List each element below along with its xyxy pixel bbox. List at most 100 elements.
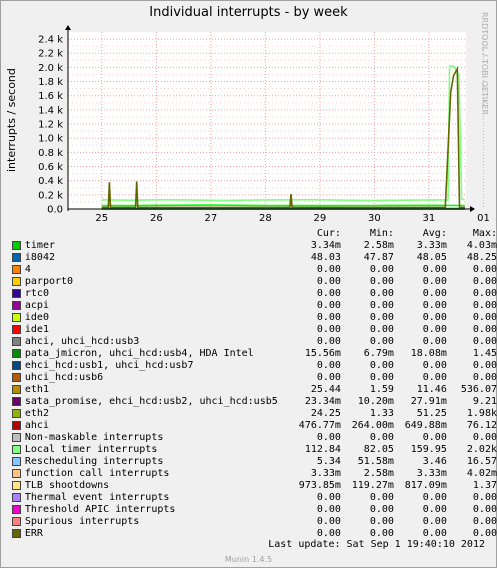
legend-color-swatch	[12, 456, 21, 466]
legend-name: parport0	[24, 276, 74, 287]
legend-max: 536.07	[460, 384, 497, 395]
legend-swatch	[12, 288, 25, 300]
legend-color-swatch	[12, 252, 21, 262]
legend-name: rtc0	[24, 288, 49, 299]
legend-row: sata_promise, ehci_hcd:usb2, uhci_hcd:us…	[12, 396, 497, 408]
legend-cur: 0.00	[316, 312, 341, 323]
legend-name: eth2	[24, 408, 49, 419]
legend-row: eth1 25.44 1.59 11.46 536.07	[12, 384, 497, 396]
legend-avg: 18.08m	[410, 348, 447, 359]
x-tick-label: 25	[95, 213, 108, 224]
legend-name: uhci_hcd:usb6	[24, 372, 104, 383]
legend-max: 0.00	[472, 324, 497, 335]
legend-avg: 0.00	[422, 336, 447, 347]
legend-avg: 3.33m	[416, 240, 447, 251]
y-tick-label: 0.8 k	[38, 148, 63, 159]
legend-avg: 0.00	[422, 372, 447, 383]
legend-row: 4 0.00 0.00 0.00 0.00	[12, 264, 497, 276]
legend-avg: 3.46	[422, 456, 447, 467]
legend-color-swatch	[12, 468, 21, 478]
legend-avg: 11.46	[416, 384, 447, 395]
legend-swatch	[12, 396, 25, 408]
legend-color-swatch	[12, 240, 21, 250]
legend-swatch	[12, 420, 25, 432]
legend-min: 264.00m	[351, 420, 394, 431]
legend-min: 0.00	[369, 300, 394, 311]
legend-header-max: Max:	[472, 228, 497, 239]
legend-max: 0.00	[472, 492, 497, 503]
legend-name: Rescheduling interrupts	[24, 456, 164, 467]
munin-version: Munin 1.4.5	[224, 555, 273, 564]
legend-swatch	[12, 324, 25, 336]
legend-min: 82.05	[363, 444, 394, 455]
legend-avg: 0.00	[422, 312, 447, 323]
legend-swatch	[12, 276, 25, 288]
chart-plot: 0.0 0.2 k 0.4 k 0.6 k 0.8 k 1.0 k 1.2 k 1.4 k 1.…	[38, 25, 490, 224]
legend-row: Rescheduling interrupts 5.34 51.58m 3.46 16.…	[12, 456, 497, 468]
x-tick-label: 29	[314, 213, 327, 224]
legend-swatch	[12, 372, 25, 384]
legend-color-swatch	[12, 420, 21, 430]
legend-color-swatch	[12, 360, 21, 370]
legend-avg: 649.88m	[404, 420, 447, 431]
legend-row: Spurious interrupts 0.00 0.00 0.00 0.00	[12, 516, 497, 528]
legend-avg: 3.33m	[416, 468, 447, 479]
legend-row: ehci_hcd:usb1, uhci_hcd:usb7 0.00 0.00 0.00…	[12, 360, 497, 372]
legend-cur: 15.56m	[304, 348, 341, 359]
legend-max: 4.03m	[466, 240, 497, 251]
legend-max: 0.00	[472, 276, 497, 287]
legend-max: 4.02m	[466, 468, 497, 479]
legend-name: ERR	[24, 528, 43, 539]
legend-cur: 476.77m	[298, 420, 341, 431]
x-tick-label: 30	[368, 213, 381, 224]
legend-row: TLB shootdowns 973.85m 119.27m 817.09m 1.37	[12, 480, 497, 492]
legend-row: timer 3.34m 2.58m 3.33m 4.03m	[12, 240, 497, 252]
legend-avg: 0.00	[422, 264, 447, 275]
legend-max: 0.00	[472, 264, 497, 275]
legend-cur: 5.34	[316, 456, 341, 467]
legend-name: eth1	[24, 384, 49, 395]
legend-avg: 48.05	[416, 252, 447, 263]
legend-name: ehci_hcd:usb1, uhci_hcd:usb7	[24, 360, 194, 371]
legend-avg: 817.09m	[404, 480, 447, 491]
legend-name: sata_promise, ehci_hcd:usb2, uhci_hcd:us…	[24, 396, 278, 407]
legend-row: ide1 0.00 0.00 0.00 0.00	[12, 324, 497, 336]
legend-swatch	[12, 240, 25, 252]
legend-swatch	[12, 252, 25, 264]
legend-name: ide1	[24, 324, 49, 335]
legend-header-avg: Avg:	[422, 228, 447, 239]
legend-cur: 0.00	[316, 516, 341, 527]
plot-area	[68, 32, 466, 209]
y-tick-label: 1.8 k	[38, 77, 63, 88]
legend-cur: 0.00	[316, 300, 341, 311]
legend-cur: 48.03	[310, 252, 341, 263]
x-tick-label: 01	[477, 213, 490, 224]
legend-avg: 0.00	[422, 492, 447, 503]
y-tick-label: 1.0 k	[38, 134, 63, 145]
legend-color-swatch	[12, 384, 21, 394]
legend-swatch	[12, 348, 25, 360]
legend-row: uhci_hcd:usb6 0.00 0.00 0.00 0.00	[12, 372, 497, 384]
legend-row: function call interrupts 3.33m 2.58m 3.33m 4…	[12, 468, 497, 480]
legend-avg: 0.00	[422, 432, 447, 443]
y-tick-label: 1.4 k	[38, 105, 63, 116]
legend-swatch	[12, 408, 25, 420]
last-update: Last update: Sat Sep 1 19:40:10 2012	[268, 539, 485, 550]
x-tick-label: 26	[150, 213, 163, 224]
legend-color-swatch	[12, 288, 21, 298]
legend-color-swatch	[12, 312, 21, 322]
legend-swatch	[12, 432, 25, 444]
legend-table: Cur: Min: Avg: Max: timer 3.34m 2.58m 3.33m…	[12, 228, 497, 540]
legend-min: 0.00	[369, 360, 394, 371]
legend-max: 1.45	[472, 348, 497, 359]
legend-min: 0.00	[369, 312, 394, 323]
legend-avg: 0.00	[422, 276, 447, 287]
legend-cur: 3.33m	[310, 468, 341, 479]
legend-avg: 159.95	[410, 444, 447, 455]
legend-name: timer	[24, 240, 55, 251]
legend-name: Thermal event interrupts	[24, 492, 170, 503]
legend-color-swatch	[12, 396, 21, 406]
legend-avg: 27.91m	[410, 396, 447, 407]
legend-name: Non-maskable interrupts	[24, 432, 164, 443]
legend-max: 2.02k	[466, 444, 497, 455]
